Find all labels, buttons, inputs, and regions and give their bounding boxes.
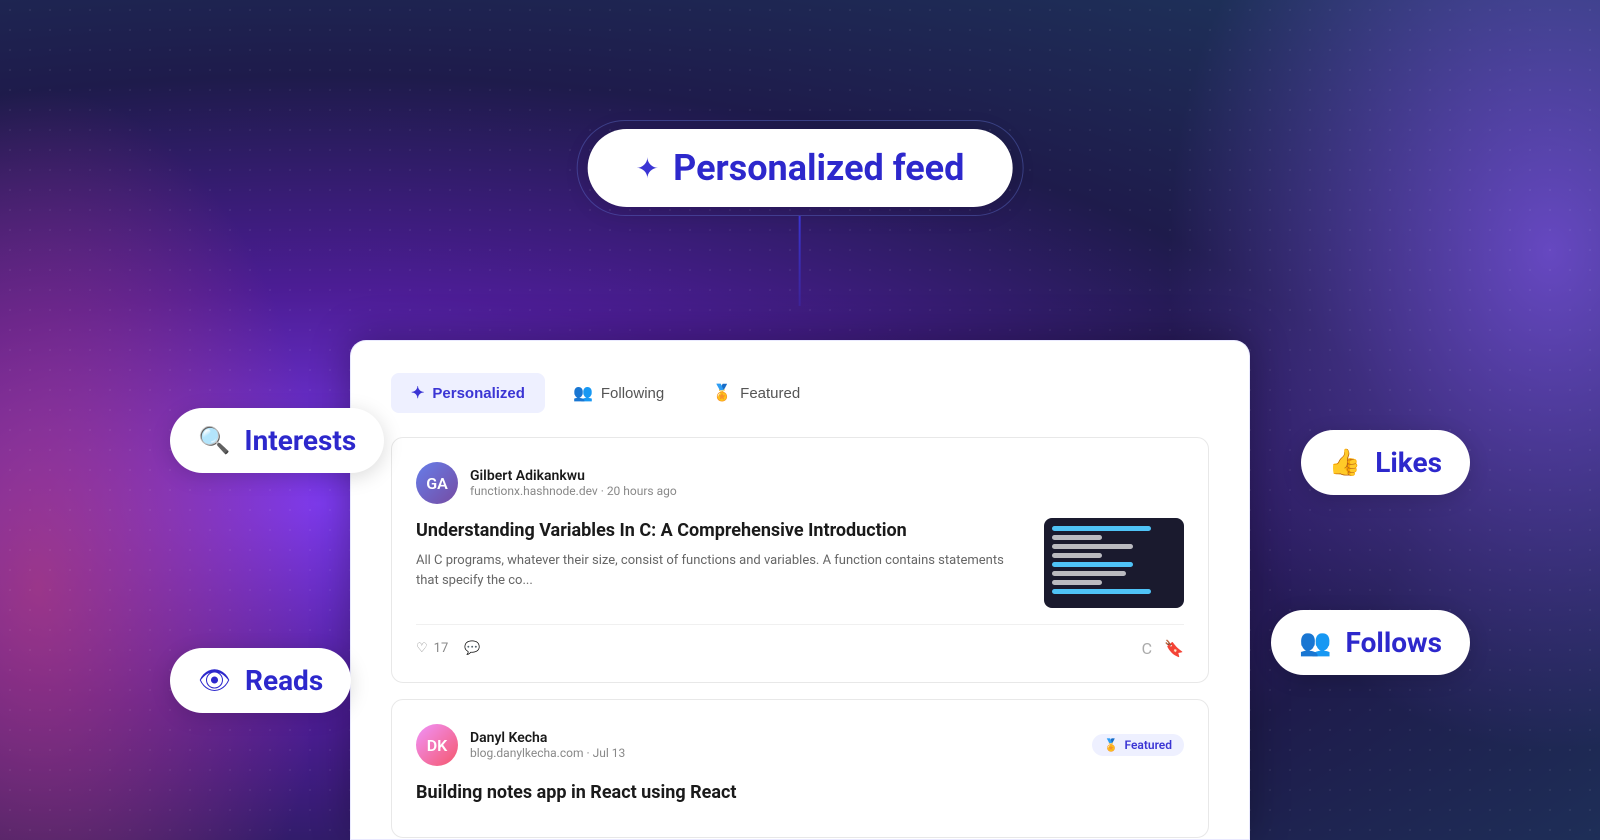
tab-following[interactable]: 👥 Following (553, 373, 684, 413)
code-line-3 (1052, 544, 1133, 549)
likes-icon: 👍 (1329, 448, 1361, 478)
article-excerpt-1: All C programs, whatever their size, con… (416, 551, 1024, 590)
share-icon[interactable]: C (1142, 639, 1152, 658)
feed-tabs: ✦ Personalized 👥 Following 🏅 Featured (391, 373, 1209, 413)
reads-icon: 👁 (198, 666, 231, 696)
heart-icon: ♡ (416, 641, 428, 656)
following-tab-icon: 👥 (573, 383, 593, 403)
personalized-tab-icon: ✦ (411, 383, 424, 403)
code-line-5 (1052, 562, 1133, 567)
author-info-1: Gilbert Adikankwu functionx.hashnode.dev… (470, 468, 677, 498)
personalized-feed-pill: ✦ Personalized feed (588, 129, 1013, 207)
article-content-1: Understanding Variables In C: A Comprehe… (416, 518, 1184, 608)
code-line-6 (1052, 571, 1126, 576)
code-line-8 (1052, 589, 1151, 594)
article-content-2: Building notes app in React using React (416, 780, 1184, 813)
article-thumbnail-1 (1044, 518, 1184, 608)
reads-text: Reads (245, 664, 323, 697)
personalized-feed-title: Personalized feed (673, 147, 964, 189)
personalized-feed-section: ✦ Personalized feed (577, 120, 1024, 306)
code-line-7 (1052, 580, 1102, 585)
like-action-1[interactable]: ♡ 17 (416, 641, 448, 656)
follows-label: 👥 Follows (1271, 610, 1470, 675)
comment-action-1[interactable]: 💬 (464, 641, 480, 656)
likes-text: Likes (1375, 446, 1442, 479)
tab-featured[interactable]: 🏅 Featured (692, 373, 820, 413)
code-line-2 (1052, 535, 1102, 540)
author-info-2: Danyl Kecha blog.danylkecha.com · Jul 13 (470, 730, 625, 760)
featured-tab-icon: 🏅 (712, 383, 732, 403)
author-meta-2: blog.danylkecha.com · Jul 13 (470, 746, 625, 760)
featured-badge-icon: 🏅 (1104, 738, 1119, 752)
author-meta-1: functionx.hashnode.dev · 20 hours ago (470, 484, 677, 498)
footer-right-1: C 🔖 (1142, 639, 1184, 658)
article-title-1[interactable]: Understanding Variables In C: A Comprehe… (416, 518, 1024, 543)
article-card-2: DK Danyl Kecha blog.danylkecha.com · Jul… (391, 699, 1209, 838)
follows-icon: 👥 (1299, 628, 1331, 658)
tab-personalized[interactable]: ✦ Personalized (391, 373, 545, 413)
article-title-2[interactable]: Building notes app in React using React (416, 780, 1184, 805)
likes-label: 👍 Likes (1301, 430, 1470, 495)
article-text-1: Understanding Variables In C: A Comprehe… (416, 518, 1024, 590)
article-header-1: GA Gilbert Adikankwu functionx.hashnode.… (416, 462, 1184, 504)
code-line-1 (1052, 526, 1151, 531)
reads-label: 👁 Reads (170, 648, 351, 713)
author-avatar-1: GA (416, 462, 458, 504)
article-footer-1: ♡ 17 💬 C 🔖 (416, 624, 1184, 658)
article-header-2: DK Danyl Kecha blog.danylkecha.com · Jul… (416, 724, 1184, 766)
interests-text: Interests (244, 424, 356, 457)
magic-wand-icon: ✦ (636, 152, 659, 185)
article-text-2: Building notes app in React using React (416, 780, 1184, 813)
code-thumbnail (1044, 518, 1184, 608)
interests-label: 🔍 Interests (170, 408, 384, 473)
comment-icon: 💬 (464, 641, 480, 656)
author-avatar-2: DK (416, 724, 458, 766)
pill-outer-border: ✦ Personalized feed (577, 120, 1024, 216)
author-name-1: Gilbert Adikankwu (470, 468, 677, 484)
pill-connector-line (799, 216, 801, 306)
article-card-1: GA Gilbert Adikankwu functionx.hashnode.… (391, 437, 1209, 683)
follows-text: Follows (1346, 626, 1442, 659)
main-panel: ✦ Personalized 👥 Following 🏅 Featured GA… (350, 340, 1250, 840)
author-name-2: Danyl Kecha (470, 730, 625, 746)
bookmark-icon[interactable]: 🔖 (1164, 639, 1184, 658)
code-line-4 (1052, 553, 1102, 558)
search-icon: 🔍 (198, 426, 230, 456)
featured-badge: 🏅 Featured (1092, 734, 1184, 756)
